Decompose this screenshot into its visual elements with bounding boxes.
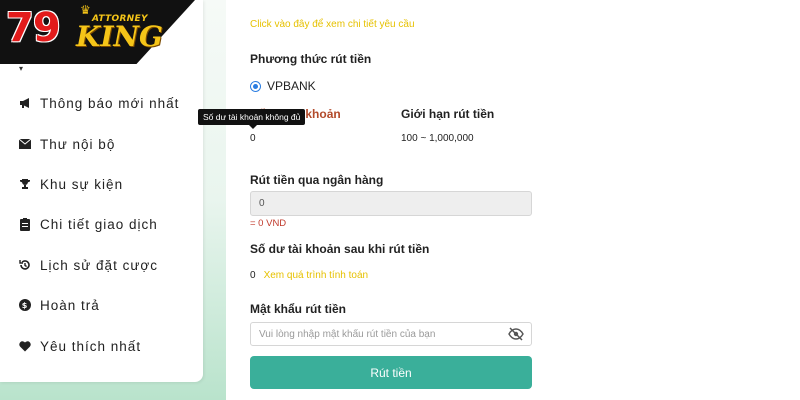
envelope-icon [18, 137, 32, 151]
sidebar-item-transactions[interactable]: Chi tiết giao dịch [18, 213, 196, 235]
megaphone-icon [18, 96, 32, 110]
logo-king: KING [76, 20, 163, 53]
sidebar-item-favorites[interactable]: Yêu thích nhất [18, 335, 196, 357]
balance-value: 0 [250, 133, 256, 144]
crown-icon: ♛ [80, 3, 91, 17]
limit-label: Giới hạn rút tiền [401, 107, 495, 121]
after-balance-row: 0 Xem quá trình tính toán [250, 270, 368, 281]
sidebar-item-label: Lịch sử đặt cược [40, 257, 158, 273]
partial-menu-icon: ▾ [19, 64, 24, 73]
trophy-icon [18, 177, 32, 191]
password-title: Mật khẩu rút tiền [250, 302, 347, 316]
clipboard-icon [18, 217, 32, 231]
bank-option-vpbank[interactable]: VPBANK [250, 79, 316, 93]
withdraw-amount-input[interactable]: 0 [250, 191, 532, 216]
dollar-icon: $ [18, 298, 32, 312]
sidebar-item-events[interactable]: Khu sự kiện [18, 173, 196, 195]
sidebar-item-label: Thông báo mới nhất [40, 95, 180, 111]
logo-number: 79 [6, 5, 61, 51]
limit-value: 100 ~ 1,000,000 [401, 133, 474, 144]
insufficient-balance-tooltip: Số dư tài khoản không đủ [198, 109, 306, 129]
bank-option-label: VPBANK [267, 79, 316, 93]
history-icon [18, 258, 32, 272]
sidebar-item-inbox[interactable]: Thư nội bộ [18, 133, 196, 155]
sidebar-item-label: Thư nội bộ [40, 136, 116, 152]
after-balance-title: Số dư tài khoản sau khi rút tiền [250, 242, 430, 256]
sidebar-item-bet-history[interactable]: Lịch sử đặt cược [18, 254, 196, 276]
radio-selected-icon[interactable] [250, 80, 261, 92]
sidebar-item-label: Hoàn trả [40, 297, 100, 313]
sidebar: 79 ♛ ATTORNEY KING ▾ Thông báo mới nhất … [0, 0, 203, 382]
bank-withdraw-title: Rút tiền qua ngân hàng [250, 173, 384, 187]
sidebar-item-rebate[interactable]: $ Hoàn trả [18, 294, 196, 316]
eye-slash-icon[interactable] [508, 327, 524, 341]
after-balance-value: 0 [250, 270, 256, 281]
heart-icon [18, 339, 32, 353]
withdraw-method-title: Phương thức rút tiền [250, 52, 372, 66]
withdraw-amount-value: 0 [259, 198, 265, 209]
sidebar-item-label: Chi tiết giao dịch [40, 216, 158, 232]
request-details-link[interactable]: Click vào đây để xem chi tiết yêu cầu [250, 19, 415, 30]
calculation-details-link[interactable]: Xem quá trình tính toán [264, 270, 369, 281]
sidebar-item-notifications[interactable]: Thông báo mới nhất [18, 92, 196, 114]
vnd-conversion-note: = 0 VND [250, 218, 287, 229]
sidebar-item-label: Yêu thích nhất [40, 338, 142, 354]
withdraw-submit-button[interactable]: Rút tiền [250, 356, 532, 389]
withdraw-password-input[interactable] [250, 322, 532, 346]
svg-text:$: $ [22, 301, 29, 310]
sidebar-item-label: Khu sự kiện [40, 176, 124, 192]
withdraw-panel: Click vào đây để xem chi tiết yêu cầu Ph… [250, 0, 790, 400]
